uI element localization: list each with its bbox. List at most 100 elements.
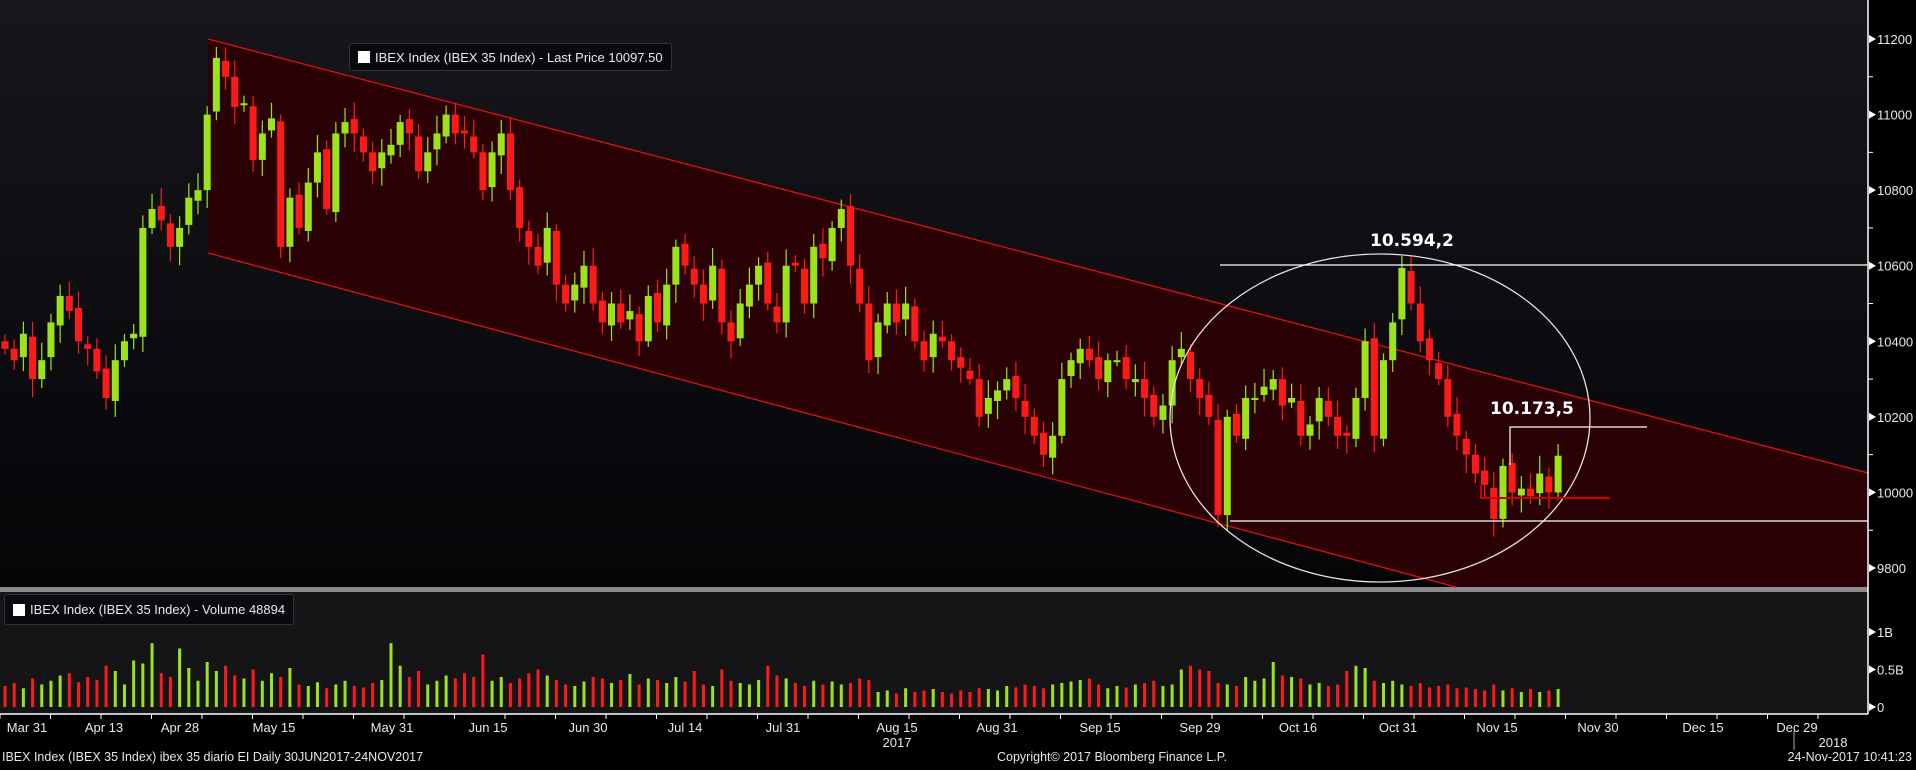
- candle-body: [222, 60, 230, 77]
- volume-bar: [1152, 680, 1156, 707]
- candle-body: [185, 197, 193, 225]
- volume-bar: [775, 675, 779, 707]
- candle-body: [442, 114, 450, 137]
- candle-body: [148, 209, 156, 228]
- volume-bar: [12, 683, 16, 707]
- candle-body: [1, 341, 9, 349]
- candle: [166, 214, 174, 262]
- candle-body: [1269, 379, 1277, 390]
- volume-bar: [839, 684, 843, 707]
- volume-bar: [1345, 671, 1349, 707]
- volume-bar: [1427, 687, 1431, 707]
- volume-bar: [1529, 689, 1533, 707]
- x-tick-label: Oct 16: [1278, 720, 1318, 735]
- volume-bar: [793, 683, 797, 707]
- candle: [38, 342, 46, 389]
- candle-body: [892, 303, 900, 323]
- candle-body: [626, 311, 634, 320]
- volume-bar: [1051, 684, 1055, 707]
- volume-bar: [1253, 680, 1257, 707]
- candle-body: [1545, 476, 1553, 493]
- candle-body: [1242, 397, 1250, 439]
- candle-body: [874, 322, 882, 358]
- volume-bar: [674, 677, 678, 707]
- candle-body: [543, 227, 551, 263]
- candle-body: [828, 227, 836, 262]
- candle-body: [1223, 416, 1231, 516]
- volume-bar: [518, 678, 522, 707]
- volume-bar: [224, 665, 228, 707]
- volume-bar: [1005, 686, 1009, 707]
- candle: [84, 336, 92, 366]
- volume-bar: [1473, 689, 1477, 707]
- volume-bar: [435, 680, 439, 707]
- volume-bar: [1308, 684, 1312, 707]
- volume-bar: [858, 678, 862, 707]
- candle-body: [1085, 348, 1093, 361]
- volume-bar: [876, 692, 880, 707]
- candle-body: [801, 268, 809, 304]
- volume-bar: [196, 680, 200, 707]
- volume-bar: [1455, 688, 1459, 707]
- candle-body: [451, 114, 459, 134]
- candle-body: [1380, 360, 1387, 439]
- volume-bar: [242, 678, 246, 707]
- candle-body: [304, 182, 312, 231]
- volume-bar: [738, 683, 742, 707]
- volume-bar: [1290, 677, 1294, 707]
- candle-body: [1508, 462, 1516, 493]
- volume-bar: [1189, 665, 1193, 707]
- candle-body: [479, 152, 487, 191]
- y-tick-label: 10600: [1877, 259, 1913, 274]
- volume-bar: [1234, 686, 1238, 707]
- volume-bar: [812, 680, 816, 707]
- price-legend[interactable]: IBEX Index (IBEX 35 Index) - Last Price …: [349, 43, 672, 71]
- candle-body: [1407, 271, 1415, 304]
- candle-body: [966, 370, 974, 380]
- candle-body: [166, 223, 174, 247]
- y-tick-label: 9800: [1877, 561, 1906, 576]
- candle-body: [608, 303, 616, 326]
- candle-body: [1536, 473, 1544, 494]
- candle-body: [56, 295, 64, 326]
- candle-body: [1232, 413, 1240, 436]
- volume-bar: [270, 673, 274, 707]
- candle-body: [461, 130, 468, 134]
- candle: [102, 355, 110, 410]
- candle-body: [1049, 435, 1057, 458]
- volume-bar: [233, 675, 237, 707]
- volume-bar: [306, 686, 310, 707]
- candle-body: [203, 114, 211, 191]
- x-tick-label: May 31: [370, 720, 414, 735]
- x-tick-label: Nov 15: [1476, 720, 1518, 735]
- candle-body: [130, 333, 138, 339]
- volume-bar: [1198, 669, 1202, 707]
- volume-legend[interactable]: IBEX Index (IBEX 35 Index) - Volume 4889…: [4, 594, 295, 625]
- candle-body: [525, 230, 533, 247]
- candle: [1499, 458, 1507, 528]
- volume-bar: [848, 683, 852, 707]
- candle-body: [286, 197, 294, 247]
- candle-body: [1012, 376, 1020, 398]
- y-tick-label: 10400: [1877, 334, 1913, 349]
- x-tick-label: Nov 30: [1577, 720, 1619, 735]
- candle-body: [635, 314, 643, 342]
- volume-bar: [1446, 684, 1450, 707]
- volume-bar: [1032, 686, 1036, 707]
- volume-bar: [444, 675, 448, 707]
- x-tick-label: Dec 15: [1682, 720, 1724, 735]
- volume-bar: [610, 683, 614, 707]
- volume-bar: [968, 692, 972, 707]
- volume-bar: [481, 654, 485, 707]
- candle: [1, 334, 9, 355]
- volume-bar: [251, 669, 255, 707]
- volume-bar: [1317, 683, 1321, 707]
- candle-body: [1095, 357, 1103, 380]
- volume-bar: [619, 680, 623, 707]
- volume-bar: [508, 683, 512, 707]
- candle-body: [1471, 454, 1479, 474]
- volume-bar: [1501, 690, 1505, 707]
- candle-body: [1067, 360, 1075, 377]
- year-label-2017: 2017: [882, 735, 912, 750]
- volume-bar: [959, 690, 963, 707]
